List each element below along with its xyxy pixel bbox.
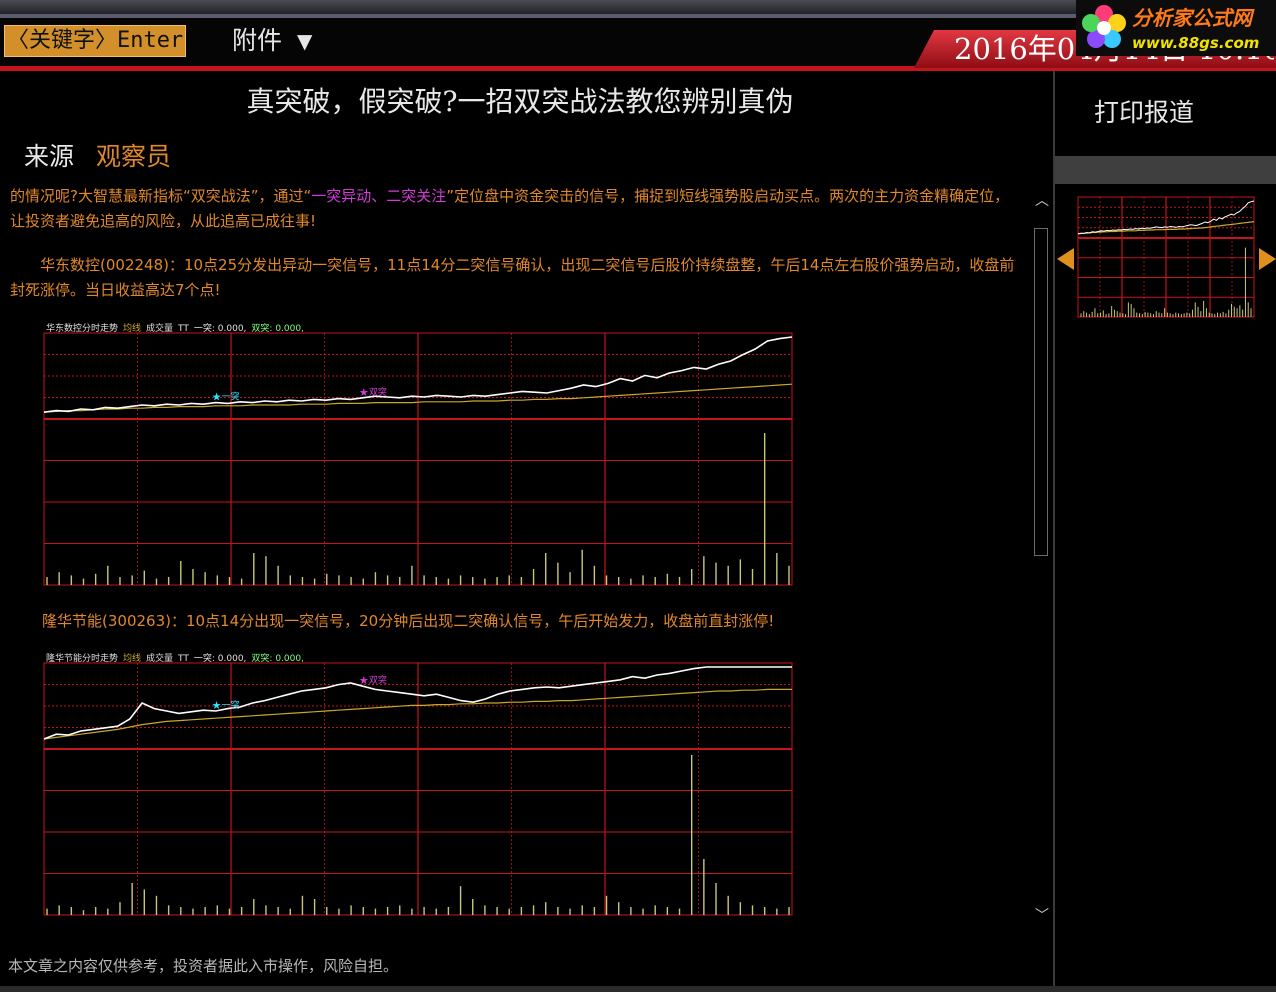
signal-label: 双突 xyxy=(369,386,387,398)
chart-legend: 华东数控分时走势 均线 成交量 TT 一突: 0.000, 双突: 0.000, xyxy=(46,322,304,334)
chart-canvas: 隆华节能分时走势 均线 成交量 TT 一突: 0.000, 双突: 0.000,★ 一突★ 双… xyxy=(43,652,793,916)
article-paragraph-1: 的情况呢?大智慧最新指标“双突战法”，通过“一突异动、二突关注”定位盘中资金突击… xyxy=(10,184,1022,234)
logo-title: 分析家公式网 xyxy=(1132,6,1252,30)
signal-label: 双突 xyxy=(369,674,387,686)
intraday-chart-2: 隆华节能分时走势 均线 成交量 TT 一突: 0.000, 双突: 0.000, ★ 一突 ★ 双… xyxy=(42,651,794,917)
previous-arrow-icon[interactable] xyxy=(1057,248,1074,270)
legend-entry: 一突: 0.000, xyxy=(194,322,247,334)
legend-entry: 一突: 0.000, xyxy=(194,652,247,664)
chart-legend: 隆华节能分时走势 均线 成交量 TT 一突: 0.000, 双突: 0.000, xyxy=(46,652,304,664)
window-bottom-strip xyxy=(0,986,1276,992)
signal-star-icon: ★ xyxy=(212,699,222,712)
legend-entry: 双突: 0.000, xyxy=(251,652,304,664)
legend-entry: 双突: 0.000, xyxy=(251,322,304,334)
signal-star-icon: ★ xyxy=(212,391,222,404)
legend-entry: 均线 xyxy=(123,652,141,664)
source-label: 来源 xyxy=(24,142,75,171)
logo-url: www.88gs.com xyxy=(1132,34,1260,52)
intraday-chart-1: 华东数控分时走势 均线 成交量 TT 一突: 0.000, 双突: 0.000, ★ 一突 ★ 双… xyxy=(42,321,794,587)
attachment-dropdown-icon[interactable]: ▼ xyxy=(297,30,312,52)
highlighted-text: 一突异动、二突关注 xyxy=(311,187,447,205)
paragraph-text: 的情况呢?大智慧最新指标“双突战法”，通过“ xyxy=(10,187,312,205)
chart-canvas xyxy=(1077,196,1255,318)
legend-entry: TT xyxy=(177,324,189,334)
signal-label: 一突 xyxy=(222,391,240,403)
signal-star-icon: ★ xyxy=(359,674,369,687)
site-logo: 分析家公式网 www.88gs.com xyxy=(1076,0,1276,56)
next-arrow-icon[interactable] xyxy=(1259,248,1276,270)
signal-label: 一突 xyxy=(222,699,240,711)
article-paragraph-3: 隆华节能(300263)：10点14分出现一突信号，20分钟后出现二突确认信号，… xyxy=(42,612,775,630)
chart-canvas: 华东数控分时走势 均线 成交量 TT 一突: 0.000, 双突: 0.000,★ 一突 ★ 双… xyxy=(43,322,793,586)
disclaimer-text: 本文章之内容仅供参考，投资者据此入市操作，风险自担。 xyxy=(8,957,399,975)
legend-entry: 成交量 xyxy=(146,652,173,664)
signal-star-icon: ★ xyxy=(359,386,369,399)
scroll-up-icon[interactable]: ︿ xyxy=(1034,193,1050,209)
article-paragraph-2: 华东数控(002248)：10点25分发出异动一突信号，11点14分二突信号确认… xyxy=(10,256,1015,299)
legend-entry: 成交量 xyxy=(146,322,173,334)
legend-entry: TT xyxy=(177,654,189,664)
legend-entry: 华东数控分时走势 xyxy=(46,322,118,334)
scroll-down-icon[interactable]: ﹀ xyxy=(1034,908,1050,924)
article-title: 真突破，假突破?一招双突战法教您辨别真伪 xyxy=(246,85,794,118)
flower-logo-icon xyxy=(1082,5,1126,48)
legend-entry: 均线 xyxy=(123,322,141,334)
legend-entry: 隆华节能分时走势 xyxy=(46,652,118,664)
keyword-search-box[interactable]: 〈关键字〉Enter xyxy=(4,25,186,57)
attachment-menu[interactable]: 附件 xyxy=(232,26,282,56)
scrollbar-thumb[interactable] xyxy=(1034,228,1048,556)
sidebar-separator-bar xyxy=(1055,156,1276,184)
print-report-button[interactable]: 打印报道 xyxy=(1094,96,1194,130)
chart-thumbnail[interactable] xyxy=(1076,191,1256,319)
source-value: 观察员 xyxy=(96,142,172,171)
